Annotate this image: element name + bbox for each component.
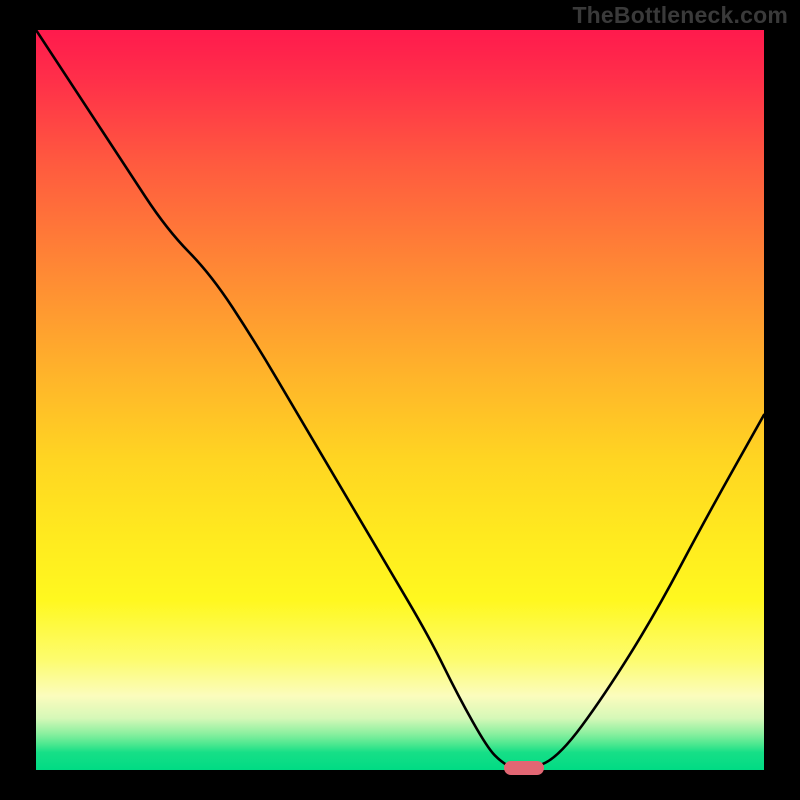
chart-frame: TheBottleneck.com	[0, 0, 800, 800]
watermark-text: TheBottleneck.com	[572, 2, 788, 29]
optimum-marker	[504, 761, 544, 775]
chart-plot-area	[36, 30, 764, 770]
